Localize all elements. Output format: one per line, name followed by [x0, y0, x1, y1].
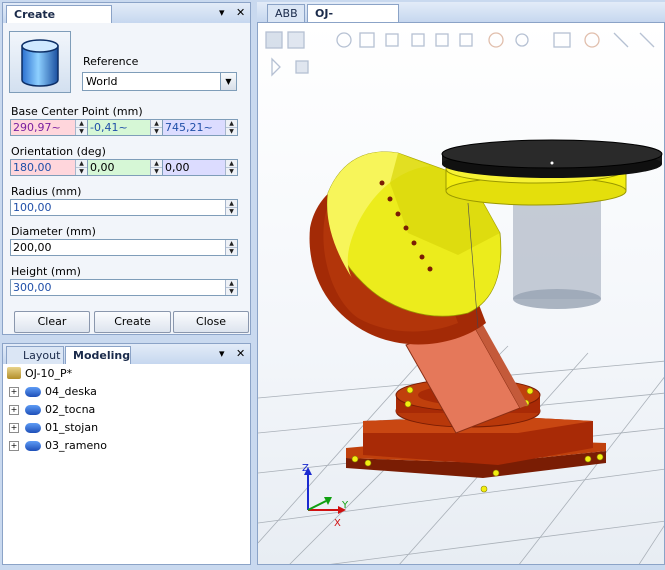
radius-field[interactable]: 100,00 ▲ ▼	[10, 199, 238, 216]
axis-x-label: X	[334, 518, 341, 529]
diameter-field[interactable]: 200,00 ▲ ▼	[10, 239, 238, 256]
spin-up-icon[interactable]: ▲	[226, 120, 237, 128]
part-icon	[25, 441, 41, 451]
chevron-down-icon[interactable]: ▼	[220, 73, 236, 90]
expand-icon[interactable]: +	[9, 405, 19, 415]
create-cylinder-panel: Create Cylinder ▾ ✕ Reference World ▼	[2, 2, 251, 335]
base-z-field[interactable]: 745,21~ ▲ ▼	[162, 119, 238, 136]
spin-down-icon[interactable]: ▼	[226, 208, 237, 215]
close-icon[interactable]: ✕	[236, 347, 245, 360]
part-icon	[25, 423, 41, 433]
spin-down-icon[interactable]: ▼	[151, 128, 162, 135]
height-field[interactable]: 300,00 ▲ ▼	[10, 279, 238, 296]
tree-root-label: OJ-10_P*	[25, 367, 73, 380]
expand-icon[interactable]: +	[9, 441, 19, 451]
base-z-value: 745,21~	[165, 121, 213, 134]
orient-y-field[interactable]: 0,00 ▲ ▼	[87, 159, 163, 176]
diameter-value: 200,00	[13, 241, 52, 254]
close-icon[interactable]: ✕	[236, 6, 245, 19]
3d-viewport[interactable]: Z Y X	[257, 22, 665, 565]
height-label: Height (mm)	[11, 265, 81, 278]
base-x-field[interactable]: 290,97~ ▲ ▼	[10, 119, 88, 136]
radius-value: 100,00	[13, 201, 52, 214]
spin-down-icon[interactable]: ▼	[76, 128, 87, 135]
spin-up-icon[interactable]: ▲	[151, 120, 162, 128]
orient-x-value: 180,00	[13, 161, 52, 174]
orient-z-value: 0,00	[165, 161, 190, 174]
orientation-label: Orientation (deg)	[11, 145, 106, 158]
expand-icon[interactable]: +	[9, 423, 19, 433]
tree-item-label: 04_deska	[45, 385, 97, 398]
create-cylinder-tabstrip: Create Cylinder ▾ ✕	[3, 3, 250, 38]
robot-scene	[258, 139, 664, 564]
spin-up-icon[interactable]: ▲	[76, 120, 87, 128]
spin-up-icon[interactable]: ▲	[226, 240, 237, 248]
spin-up-icon[interactable]: ▲	[226, 200, 237, 208]
radius-spinner[interactable]: ▲ ▼	[225, 200, 237, 215]
orient-x-field[interactable]: 180,00 ▲ ▼	[10, 159, 88, 176]
tab-create-cylinder[interactable]: Create Cylinder	[6, 5, 112, 38]
base-x-spinner[interactable]: ▲ ▼	[75, 120, 87, 135]
expand-icon[interactable]: +	[9, 387, 19, 397]
reference-value: World	[86, 75, 118, 88]
cylinder-icon	[9, 31, 71, 93]
diameter-spinner[interactable]: ▲ ▼	[225, 240, 237, 255]
spin-up-icon[interactable]: ▲	[226, 160, 237, 168]
axis-y-label: Y	[342, 500, 349, 511]
spin-down-icon[interactable]: ▼	[226, 248, 237, 255]
orient-y-spinner[interactable]: ▲ ▼	[150, 160, 162, 175]
spin-down-icon[interactable]: ▼	[226, 128, 237, 135]
orient-y-value: 0,00	[90, 161, 115, 174]
close-button[interactable]: Close	[173, 311, 249, 333]
reference-label: Reference	[83, 55, 139, 68]
base-x-value: 290,97~	[13, 121, 61, 134]
tab-layout[interactable]: Layout	[6, 346, 64, 364]
height-spinner[interactable]: ▲ ▼	[225, 280, 237, 295]
pin-icon[interactable]: ▾	[219, 6, 225, 19]
orient-z-spinner[interactable]: ▲ ▼	[225, 160, 237, 175]
modeling-panel: Layout Modeling ▾ ✕ OJ-10_P* + 04_deska …	[2, 343, 251, 565]
tab-abb[interactable]: ABB	[267, 4, 305, 22]
spin-up-icon[interactable]: ▲	[76, 160, 87, 168]
diameter-label: Diameter (mm)	[11, 225, 96, 238]
axis-triad	[304, 467, 346, 514]
modeling-tabstrip: Layout Modeling ▾ ✕	[3, 344, 250, 365]
orient-x-spinner[interactable]: ▲ ▼	[75, 160, 87, 175]
create-cylinder-form: Reference World ▼ Base Center Point (mm)…	[3, 23, 250, 334]
part-icon	[25, 387, 41, 397]
base-z-spinner[interactable]: ▲ ▼	[225, 120, 237, 135]
tree-item-label: 01_stojan	[45, 421, 99, 434]
orient-z-field[interactable]: 0,00 ▲ ▼	[162, 159, 238, 176]
part-icon	[25, 405, 41, 415]
spin-down-icon[interactable]: ▼	[76, 168, 87, 175]
tree-item-label: 02_tocna	[45, 403, 96, 416]
spin-up-icon[interactable]: ▲	[151, 160, 162, 168]
create-button[interactable]: Create	[94, 311, 171, 333]
tree-root[interactable]: OJ-10_P*	[7, 366, 72, 382]
tab-modeling[interactable]: Modeling	[65, 346, 131, 364]
height-value: 300,00	[13, 281, 52, 294]
tab-view1[interactable]: OJ-10_P:View1	[307, 4, 399, 37]
spin-down-icon[interactable]: ▼	[226, 168, 237, 175]
spin-down-icon[interactable]: ▼	[226, 288, 237, 295]
base-center-label: Base Center Point (mm)	[11, 105, 143, 118]
base-y-field[interactable]: -0,41~ ▲ ▼	[87, 119, 163, 136]
view-tabstrip: ABB OJ-10_P:View1	[257, 2, 665, 37]
spin-up-icon[interactable]: ▲	[226, 280, 237, 288]
reference-select[interactable]: World ▼	[82, 72, 237, 91]
robot-turntable	[441, 139, 663, 206]
base-y-value: -0,41~	[90, 121, 128, 134]
clear-button[interactable]: Clear	[14, 311, 90, 333]
pin-icon[interactable]: ▾	[219, 347, 225, 360]
radius-label: Radius (mm)	[11, 185, 82, 198]
modeling-tree: OJ-10_P* + 04_deska + 02_tocna + 01_stoj…	[3, 364, 250, 564]
base-y-spinner[interactable]: ▲ ▼	[150, 120, 162, 135]
spin-down-icon[interactable]: ▼	[151, 168, 162, 175]
station-icon	[7, 367, 21, 379]
axis-z-label: Z	[302, 463, 309, 474]
tree-item-label: 03_rameno	[45, 439, 107, 452]
